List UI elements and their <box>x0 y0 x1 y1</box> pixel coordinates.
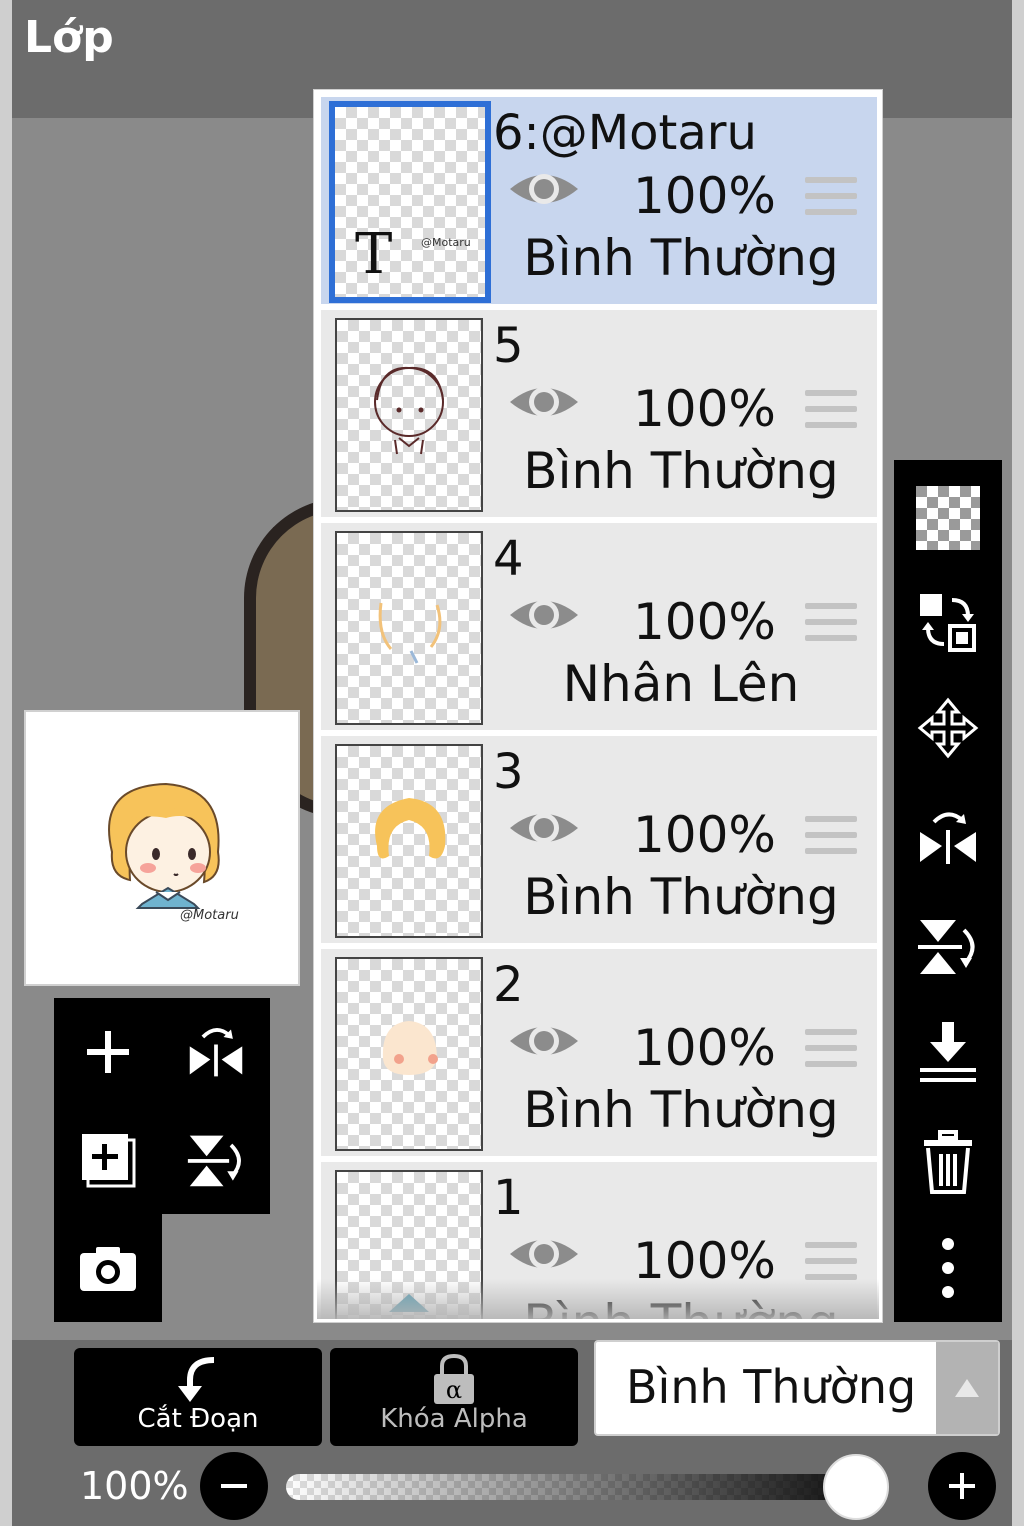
visibility-eye-icon[interactable] <box>507 593 581 637</box>
opacity-slider-track[interactable] <box>286 1474 856 1500</box>
merge-down-button[interactable] <box>910 1014 986 1090</box>
layer-row-6[interactable]: T @Motaru 6:@Motaru 100% Bình Thường <box>321 97 877 307</box>
preview-artwork <box>108 782 220 909</box>
drag-handle-icon[interactable] <box>805 390 857 430</box>
right-edge <box>1012 0 1024 1526</box>
layer-opacity: 100% <box>633 593 776 651</box>
drag-handle-icon[interactable] <box>805 816 857 856</box>
skin-fill <box>382 1021 438 1075</box>
opacity-value: 100% <box>80 1464 189 1508</box>
layer-actions-toolbar <box>54 998 270 1214</box>
add-layer-button[interactable] <box>68 1012 148 1092</box>
layer-blend-mode: Bình Thường <box>523 442 839 500</box>
more-options-button[interactable] <box>910 1230 986 1306</box>
layer-row-2[interactable]: 2 100% Bình Thường <box>321 949 877 1159</box>
swap-layers-button[interactable] <box>910 584 986 660</box>
flip-vertical-icon <box>187 1135 241 1187</box>
layer-opacity: 100% <box>633 380 776 438</box>
swap-layers-icon <box>920 594 976 652</box>
drag-handle-icon[interactable] <box>805 177 857 217</box>
trash-icon <box>924 1130 972 1194</box>
page-title: Lớp <box>24 12 114 63</box>
lineart-sketch <box>374 366 444 455</box>
thumbnail-signature: @Motaru <box>421 236 471 249</box>
move-icon <box>917 697 979 759</box>
drag-handle-icon[interactable] <box>805 603 857 643</box>
layer-row-5[interactable]: 5 100% Bình Thường <box>321 310 877 520</box>
lock-icon: α <box>434 1354 474 1404</box>
transparent-fill-button[interactable] <box>910 480 986 556</box>
layer-blend-mode: Bình Thường <box>523 1081 839 1139</box>
add-copy-layer-button[interactable] <box>68 1120 148 1200</box>
layer-thumbnail[interactable] <box>335 531 483 725</box>
layer-tools-toolbar <box>894 460 1002 1322</box>
left-edge <box>0 0 12 1526</box>
camera-icon <box>80 1247 136 1291</box>
merge-down-icon <box>920 1022 976 1082</box>
layer-thumbnail[interactable] <box>335 957 483 1151</box>
flip-horizontal-icon <box>920 812 976 864</box>
svg-text:α: α <box>446 1376 462 1404</box>
increase-opacity-button[interactable] <box>928 1452 996 1520</box>
dropdown-arrow-icon[interactable] <box>936 1342 998 1434</box>
flip-vertical-button[interactable] <box>910 908 986 984</box>
decrease-opacity-button[interactable] <box>200 1452 268 1520</box>
layer-blend-mode: Nhân Lên <box>562 655 800 713</box>
flip-horizontal-button[interactable] <box>176 1012 256 1092</box>
delete-layer-button[interactable] <box>910 1124 986 1200</box>
scroll-fade <box>317 1279 879 1319</box>
add-copy-layer-icon <box>82 1134 136 1188</box>
clipping-button[interactable]: Cắt Đoạn <box>74 1348 322 1446</box>
transparent-fill-icon <box>916 486 980 550</box>
hair-fill <box>375 798 446 859</box>
text-layer-icon: T <box>355 222 393 287</box>
shading-sketch <box>378 602 442 664</box>
move-button[interactable] <box>910 690 986 766</box>
visibility-eye-icon[interactable] <box>507 1232 581 1276</box>
opacity-slider-knob[interactable] <box>823 1454 889 1520</box>
blend-mode-select[interactable]: Bình Thường <box>594 1340 1000 1436</box>
layer-opacity: 100% <box>633 167 776 225</box>
add-layer-icon <box>87 1031 129 1073</box>
layer-name: 3 <box>493 744 524 800</box>
flip-vertical-button[interactable] <box>176 1120 256 1200</box>
layer-blend-mode: Bình Thường <box>523 868 839 926</box>
clipping-arrow-icon <box>178 1357 215 1402</box>
visibility-eye-icon[interactable] <box>507 167 581 211</box>
layer-name: 6:@Motaru <box>493 105 757 161</box>
flip-horizontal-icon <box>189 1028 243 1077</box>
minus-icon <box>221 1484 247 1488</box>
layer-opacity: 100% <box>633 806 776 864</box>
layer-row-4[interactable]: 4 100% Nhân Lên <box>321 523 877 733</box>
more-vertical-icon <box>942 1238 954 1298</box>
alpha-lock-label: Khóa Alpha <box>380 1404 528 1434</box>
visibility-eye-icon[interactable] <box>507 806 581 850</box>
camera-button[interactable] <box>68 1228 148 1308</box>
layer-thumbnail[interactable]: T @Motaru <box>329 101 491 303</box>
drag-handle-icon[interactable] <box>805 1029 857 1069</box>
flip-vertical-icon <box>918 920 975 974</box>
plus-icon <box>949 1473 975 1499</box>
visibility-eye-icon[interactable] <box>507 380 581 424</box>
alpha-lock-button[interactable]: α Khóa Alpha <box>330 1348 578 1446</box>
canvas-preview[interactable]: @Motaru <box>24 710 300 986</box>
blend-mode-value: Bình Thường <box>626 1360 917 1414</box>
visibility-eye-icon[interactable] <box>507 1019 581 1063</box>
flip-horizontal-button[interactable] <box>910 800 986 876</box>
drag-handle-icon[interactable] <box>805 1242 857 1282</box>
layer-name: 1 <box>493 1170 524 1226</box>
layer-name: 5 <box>493 318 524 374</box>
layer-list[interactable]: T @Motaru 6:@Motaru 100% Bình Thường 5 1… <box>314 90 882 1322</box>
layer-thumbnail[interactable] <box>335 318 483 512</box>
layer-name: 4 <box>493 531 524 587</box>
layer-name: 2 <box>493 957 524 1013</box>
preview-signature: @Motaru <box>180 908 239 923</box>
layer-opacity: 100% <box>633 1019 776 1077</box>
layer-row-3[interactable]: 3 100% Bình Thường <box>321 736 877 946</box>
layer-thumbnail[interactable] <box>335 744 483 938</box>
clipping-label: Cắt Đoạn <box>137 1404 259 1434</box>
bottom-bar: Cắt Đoạn α Khóa Alpha Bình Thường 100% <box>12 1340 1012 1526</box>
layer-blend-mode: Bình Thường <box>523 229 839 287</box>
camera-toolbar <box>54 1214 162 1322</box>
